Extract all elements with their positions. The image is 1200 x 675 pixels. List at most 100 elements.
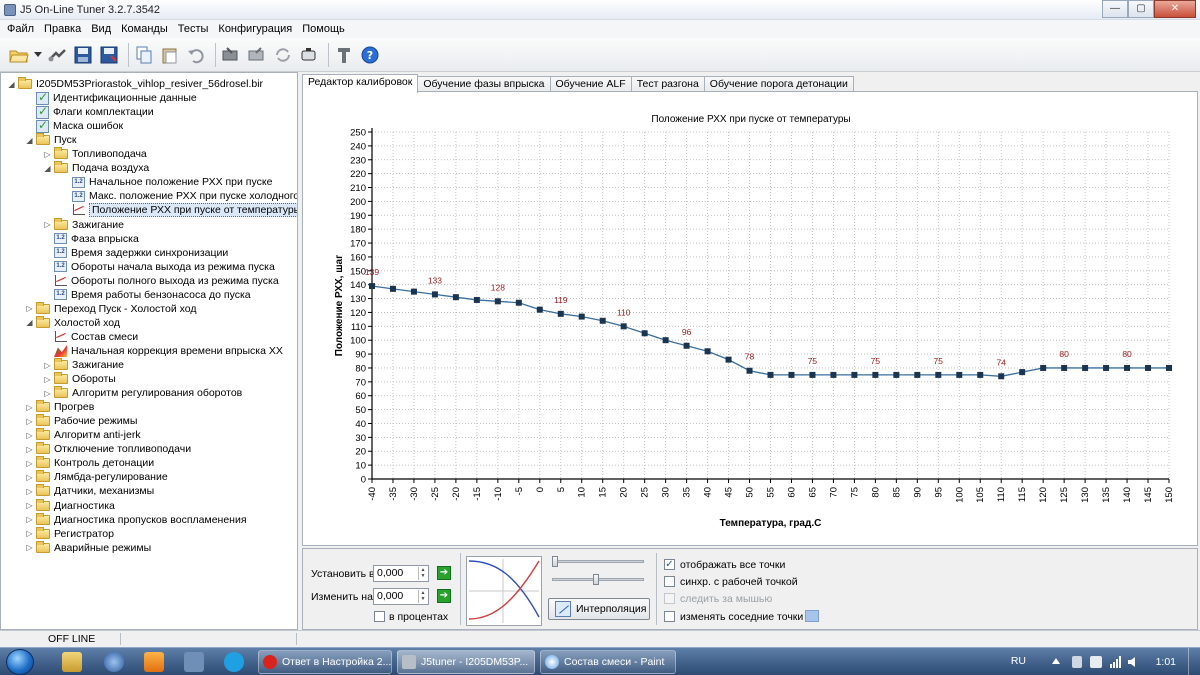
flag-icon[interactable] [1090,656,1102,668]
expand-icon[interactable]: ▷ [25,487,34,496]
usb-icon[interactable] [1072,656,1082,668]
calibration-tree[interactable]: ◢ I205DM53Priorastok_vihlop_resiver_56dro… [0,72,298,630]
data-point[interactable] [473,296,480,303]
data-point[interactable] [746,367,753,374]
expand-icon[interactable]: ▷ [43,220,52,229]
sync-work-point-checkbox[interactable] [664,576,675,587]
data-point[interactable] [578,313,585,320]
tab-calibration-editor[interactable]: Редактор калибровок [302,74,419,93]
change-neighbors-checkbox[interactable] [664,611,675,622]
expand-icon[interactable]: ▷ [25,529,34,538]
tree-item[interactable]: ▷ Зажигание [43,358,124,372]
expand-icon[interactable]: ▷ [43,150,52,159]
skype-icon[interactable] [224,652,244,672]
collapse-icon[interactable]: ◢ [25,318,34,327]
collapse-icon[interactable]: ◢ [25,136,34,145]
tree-item[interactable]: ▷ Аварийные режимы [25,540,151,555]
chart-panel[interactable]: Положение РХХ при пуске от температуры 0… [302,91,1198,546]
data-point[interactable] [369,283,375,290]
maximize-button[interactable]: ▢ [1128,0,1154,18]
data-point[interactable] [1103,364,1110,371]
expand-icon[interactable]: ▷ [25,304,34,313]
follow-mouse-checkbox[interactable] [664,593,675,604]
change-value-input[interactable]: 0,000 ▲ ▼ [373,588,429,605]
close-button[interactable]: ✕ [1154,0,1196,18]
expand-icon[interactable]: ▷ [43,389,52,398]
tree-item[interactable]: 1.2 Фаза впрыска [43,232,139,246]
expand-icon[interactable]: ▷ [25,417,34,426]
data-point[interactable] [956,371,963,378]
data-point[interactable] [1124,364,1131,371]
data-point[interactable] [851,371,858,378]
copy-icon[interactable] [133,44,155,66]
save-as-icon[interactable] [98,44,120,66]
refresh-icon[interactable] [272,44,294,66]
tree-item[interactable]: ▷ Контроль детонации [25,456,154,470]
data-point[interactable] [599,317,606,324]
tree-item[interactable]: ▷ Лямбда-регулирование [25,470,168,484]
slider-1-thumb[interactable] [552,556,558,567]
data-point[interactable] [704,348,711,355]
data-point[interactable] [1019,369,1026,376]
tree-item[interactable]: Положение РХХ при пуске от температуры [61,203,297,218]
data-point[interactable] [1145,364,1152,371]
data-point[interactable] [683,342,690,349]
menu-help[interactable]: Помощь [297,23,350,35]
help-icon[interactable]: ? [359,44,381,66]
tree-item[interactable]: ◢ Холостой ход [25,315,120,330]
data-point[interactable] [662,337,669,344]
data-point[interactable] [872,371,879,378]
tree-item[interactable]: Начальная коррекция времени впрыска ХХ [43,344,283,358]
tree-item[interactable]: ▷ Рабочие режимы [25,414,137,428]
data-point[interactable] [767,371,774,378]
expand-icon[interactable]: ▷ [25,515,34,524]
tree-item[interactable]: ▷ Зажигание [43,217,124,232]
data-point[interactable] [998,373,1005,380]
menu-file[interactable]: Файл [2,23,39,35]
save-icon[interactable] [72,44,94,66]
menu-tests[interactable]: Тесты [173,23,214,35]
tools-icon[interactable] [333,44,355,66]
show-hidden-icons-icon[interactable] [1052,658,1060,664]
undo-icon[interactable] [185,44,207,66]
write-ecu-icon[interactable] [246,44,268,66]
tree-item[interactable]: Обороты полного выхода из режима пуска [43,274,279,288]
spin-arrows-icon[interactable]: ▲ ▼ [418,590,427,603]
data-point[interactable] [914,371,921,378]
dropdown-arrow-icon[interactable] [34,44,42,66]
apply-set-arrow-icon[interactable]: ➔ [437,566,451,580]
expand-icon[interactable]: ▷ [25,473,34,482]
tree-item[interactable]: ▷ Обороты [43,372,116,386]
tree-item[interactable]: 1.2 Макс. положение РХХ при пуске холодно… [61,189,297,203]
tree-item[interactable]: ◢ Подача воздуха [43,161,149,175]
tree-item[interactable]: ▷ Топливоподача [43,147,147,161]
task-paint[interactable]: Состав смеси - Paint [540,650,676,674]
data-point[interactable] [1082,364,1089,371]
tree-item[interactable]: ▷ Диагностика [25,498,115,513]
engine-icon[interactable] [298,44,320,66]
media-icon[interactable] [144,652,164,672]
tree-item[interactable]: ▷ Регистратор [25,526,114,541]
minimize-button[interactable]: — [1102,0,1128,18]
expand-icon[interactable]: ▷ [25,501,34,510]
tree-item[interactable]: 1.2 Начальное положение РХХ при пуске [61,175,272,189]
data-point[interactable] [410,288,417,295]
apply-change-arrow-icon[interactable]: ➔ [437,589,451,603]
tree-item[interactable]: ▷ Алгоритм регулирования оборотов [43,386,242,400]
expand-icon[interactable]: ▷ [43,361,52,370]
data-point[interactable] [725,356,732,363]
data-point[interactable] [1040,364,1047,371]
tree-item[interactable]: ▷ Прогрев [25,400,94,414]
task-opera[interactable]: Ответ в Настройка 2... [258,650,392,674]
tree-item[interactable]: ▷ Датчики, механизмы [25,484,154,498]
data-point[interactable] [935,371,942,378]
data-point[interactable] [809,371,816,378]
menu-view[interactable]: Вид [86,23,116,35]
volume-icon[interactable] [1128,656,1140,668]
show-desktop-button[interactable] [1188,648,1200,675]
task-j5tuner[interactable]: J5tuner - I205DM53P... [397,650,535,674]
paste-icon[interactable] [159,44,181,66]
data-point[interactable] [1166,364,1172,371]
expand-icon[interactable]: ▷ [25,431,34,440]
expand-icon[interactable]: ▷ [25,543,34,552]
